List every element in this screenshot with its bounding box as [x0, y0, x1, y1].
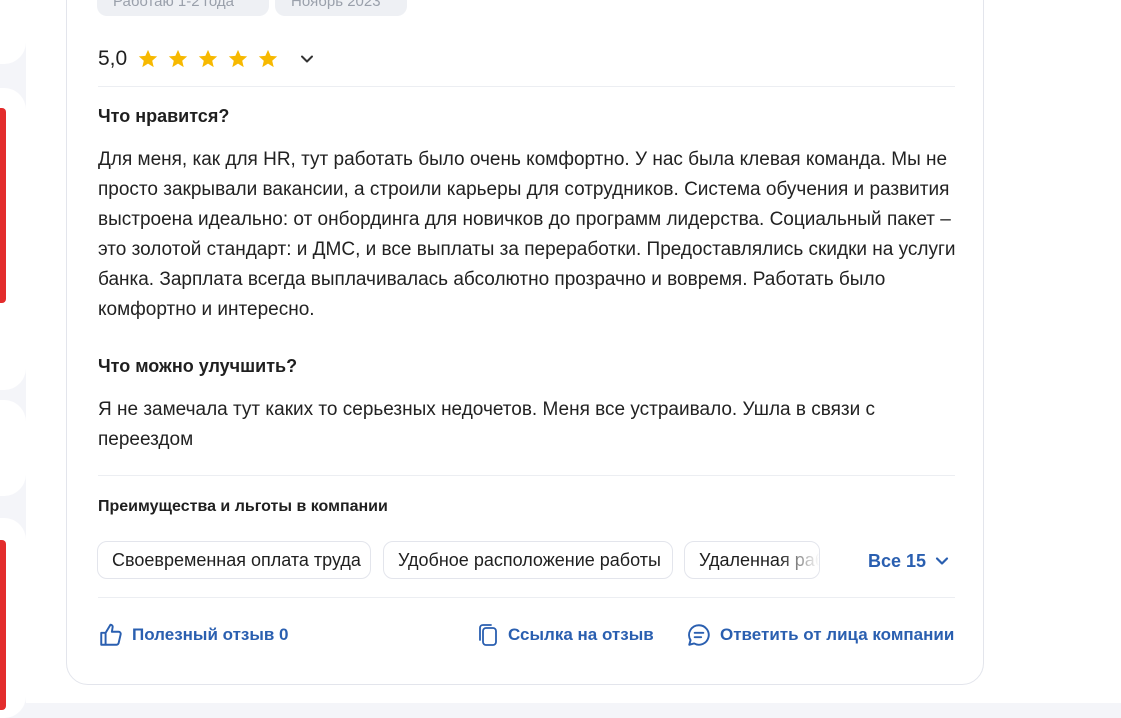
- reply-as-company-button[interactable]: Ответить от лица компании: [686, 620, 954, 650]
- show-all-benefits-button[interactable]: Все 15: [868, 548, 950, 574]
- benefit-chip[interactable]: Удобное расположение работы: [383, 541, 673, 579]
- improve-title: Что можно улучшить?: [98, 356, 298, 376]
- chevron-down-icon: [935, 557, 949, 565]
- date-tag: Ноябрь 2023: [275, 0, 407, 16]
- divider: [98, 86, 955, 87]
- left-panel: [0, 0, 26, 718]
- brand-accent-bar: [0, 108, 6, 303]
- review-link-label: Ссылка на отзыв: [508, 625, 654, 644]
- improve-text: Я не замечала тут каких то серьезных нед…: [98, 399, 876, 450]
- star-icon: [259, 49, 278, 68]
- star-icon: [229, 49, 248, 68]
- star-icon: [169, 49, 188, 68]
- benefits-title: Преимущества и льготы в компании: [98, 498, 388, 515]
- thumbs-up-icon: [100, 623, 122, 646]
- rating-row[interactable]: 5,0: [98, 44, 315, 74]
- copy-icon: [479, 624, 497, 646]
- benefit-chip-partial[interactable]: Удаленная работа: [684, 541, 820, 579]
- left-card: [0, 400, 26, 496]
- likes-title: Что нравится?: [98, 106, 230, 126]
- reply-label: Ответить от лица компании: [720, 625, 955, 644]
- review-card: [66, 0, 984, 685]
- rating-value: 5,0: [98, 47, 128, 70]
- left-card: [0, 518, 26, 718]
- left-card: [0, 0, 26, 64]
- star-icon: [139, 49, 158, 68]
- divider: [98, 597, 955, 598]
- divider: [98, 475, 955, 476]
- left-card: [0, 88, 26, 390]
- likes-text: Для меня, как для HR, тут работать было …: [98, 149, 956, 320]
- star-icon: [199, 49, 218, 68]
- helpful-label: Полезный отзыв 0: [132, 625, 289, 644]
- chevron-down-icon[interactable]: [299, 51, 315, 67]
- experience-tag: Работаю 1-2 года: [97, 0, 269, 16]
- benefit-chip[interactable]: Своевременная оплата труда: [97, 541, 371, 579]
- brand-accent-bar: [0, 540, 6, 710]
- comment-icon: [688, 624, 710, 646]
- show-all-label: Все 15: [868, 550, 927, 571]
- chip-fade: [779, 543, 819, 577]
- helpful-review-button[interactable]: Полезный отзыв 0: [98, 620, 289, 650]
- review-link-button[interactable]: Ссылка на отзыв: [476, 620, 654, 650]
